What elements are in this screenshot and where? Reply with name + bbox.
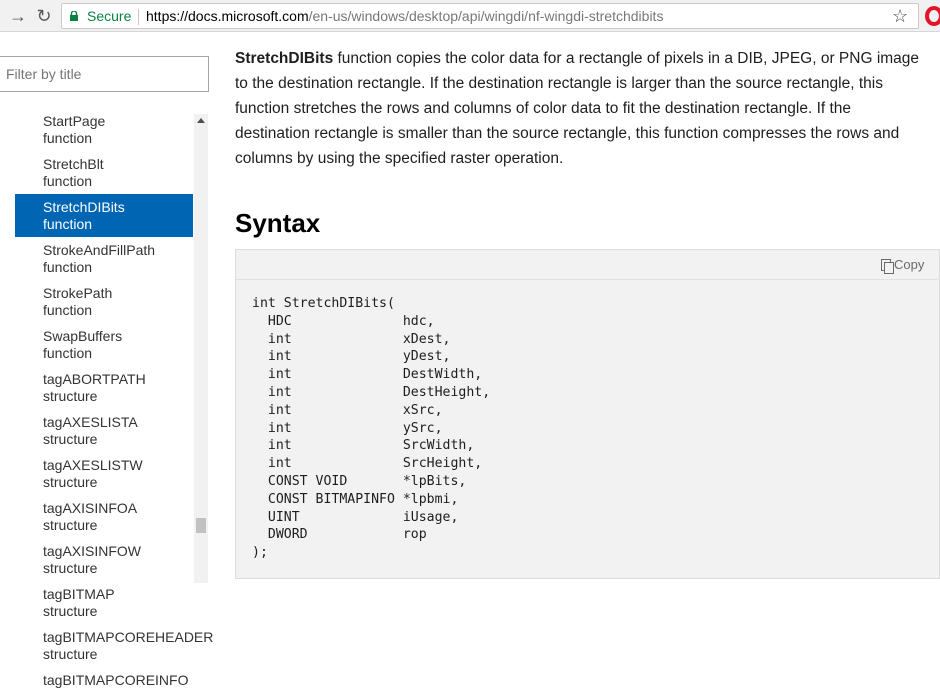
address-bar[interactable]: Secure https://docs.microsoft.com/en-us/…: [61, 3, 919, 29]
code-line: CONST VOID *lpBits,: [252, 473, 467, 489]
code-line: int DestHeight,: [252, 384, 491, 400]
code-line: int SrcWidth,: [252, 438, 475, 454]
main-content: StretchDIBits function copies the color …: [235, 32, 940, 579]
sidebar-item[interactable]: tagAXESLISTW structure: [15, 452, 193, 495]
opera-icon[interactable]: [925, 6, 940, 26]
filter-box[interactable]: Filter by title: [0, 56, 209, 92]
sidebar-item[interactable]: tagBITMAPCOREINFO: [15, 667, 193, 693]
sidebar-item[interactable]: SwapBuffers function: [15, 323, 193, 366]
copy-label: Copy: [894, 257, 925, 272]
code-header: Copy: [236, 250, 940, 280]
filter-input[interactable]: Filter by title: [6, 66, 81, 82]
sidebar-item[interactable]: tagBITMAP structure: [15, 581, 193, 624]
intro-paragraph: StretchDIBits function copies the color …: [235, 32, 925, 171]
url-separator: [138, 9, 139, 25]
code-line: int DestWidth,: [252, 367, 483, 383]
intro-text: function copies the color data for a rec…: [235, 50, 920, 167]
code-line: int StretchDIBits(: [252, 296, 395, 311]
copy-icon: [881, 259, 894, 274]
back-arrow-icon[interactable]: →: [6, 4, 30, 28]
code-line: int xDest,: [252, 331, 451, 347]
reload-icon[interactable]: ↻: [32, 4, 56, 28]
code-line: CONST BITMAPINFO *lpbmi,: [252, 491, 459, 507]
syntax-heading: Syntax: [235, 208, 321, 238]
sidebar-item[interactable]: tagAXISINFOA structure: [15, 495, 193, 538]
secure-label: Secure: [87, 8, 132, 24]
sidebar-item[interactable]: tagABORTPATH structure: [15, 366, 193, 409]
scroll-up-arrow-icon[interactable]: [197, 118, 205, 123]
sidebar-item[interactable]: tagBITMAPCOREHEADER structure: [15, 624, 213, 667]
code-block: Copy int StretchDIBits( HDC hdc, int xDe…: [235, 249, 940, 579]
lock-icon: [70, 11, 78, 21]
url-text[interactable]: https://docs.microsoft.com/en-us/windows…: [146, 8, 663, 24]
sidebar-scrollbar[interactable]: [194, 114, 208, 583]
code-line: DWORD rop: [252, 527, 427, 543]
code-line: int SrcHeight,: [252, 456, 483, 472]
sidebar-item[interactable]: StrokePath function: [15, 280, 193, 323]
code-line: int xSrc,: [252, 402, 443, 418]
function-name: StretchDIBits: [235, 50, 334, 67]
code-line: UINT iUsage,: [252, 509, 459, 525]
star-icon[interactable]: ☆: [892, 6, 908, 27]
scrollbar-thumb[interactable]: [196, 518, 206, 533]
sidebar-item[interactable]: tagAXISINFOW structure: [15, 538, 193, 581]
code-line: HDC hdc,: [252, 313, 435, 329]
copy-button[interactable]: Copy: [881, 257, 925, 274]
sidebar-item[interactable]: StretchDIBits function: [15, 194, 193, 237]
sidebar: Filter by title StartPage function Stretc…: [0, 32, 215, 688]
code-line: int yDest,: [252, 349, 451, 365]
sidebar-item[interactable]: StrokeAndFillPath function: [15, 237, 193, 280]
sidebar-item[interactable]: StretchBlt function: [15, 151, 193, 194]
browser-toolbar: → ↻ Secure https://docs.microsoft.com/en…: [0, 0, 940, 32]
code-line: int ySrc,: [252, 420, 443, 436]
table-of-contents: StartPage function StretchBlt function Str…: [15, 113, 213, 693]
sidebar-item[interactable]: StartPage function: [15, 108, 193, 151]
url-host: https://docs.microsoft.com: [146, 8, 309, 24]
sidebar-item[interactable]: tagAXESLISTA structure: [15, 409, 193, 452]
url-path: /en-us/windows/desktop/api/wingdi/nf-win…: [308, 8, 664, 24]
code-line: );: [252, 545, 268, 561]
code-content: int StretchDIBits( HDC hdc, int xDest, i…: [252, 295, 490, 562]
